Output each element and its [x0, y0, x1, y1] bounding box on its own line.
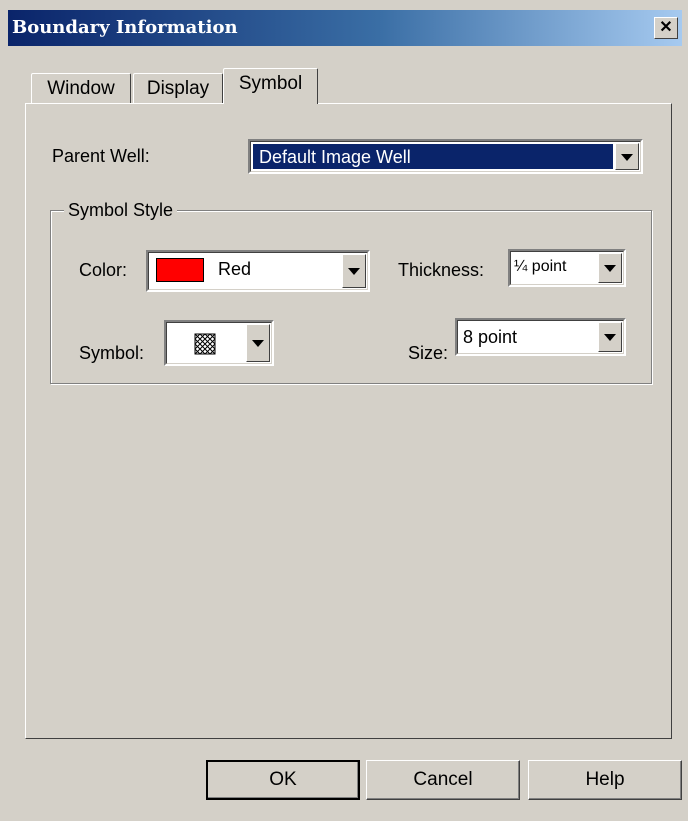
thickness-value: ¼ point — [514, 258, 567, 275]
close-button[interactable]: ✕ — [654, 17, 678, 39]
symbol-label: Symbol: — [79, 343, 145, 363]
symbol-dropdown[interactable] — [164, 320, 274, 366]
ok-button[interactable]: OK — [206, 760, 360, 800]
symbol-tab-panel — [25, 103, 672, 739]
tab-label: Window — [47, 78, 115, 99]
close-icon: ✕ — [659, 19, 673, 36]
size-label: Size: — [408, 343, 449, 363]
color-label: Color: — [79, 260, 128, 280]
thickness-label: Thickness: — [398, 260, 485, 280]
parent-well-dropdown[interactable]: Default Image Well — [248, 139, 643, 174]
size-value: 8 point — [463, 327, 518, 347]
parent-well-value: Default Image Well — [259, 147, 411, 167]
boundary-information-dialog: Boundary Information ✕ Window Display Sy… — [0, 0, 688, 821]
size-dropdown[interactable]: 8 point — [455, 318, 626, 356]
cancel-button[interactable]: Cancel — [366, 760, 520, 800]
tab-window[interactable]: Window — [31, 73, 131, 103]
tab-label: Display — [146, 78, 210, 99]
chevron-down-icon — [252, 340, 264, 347]
thickness-dropdown[interactable]: ¼ point — [508, 249, 626, 287]
cancel-button-label: Cancel — [413, 769, 473, 790]
color-value: Red — [218, 259, 252, 279]
size-dropdown-arrow[interactable] — [598, 322, 622, 352]
tab-display[interactable]: Display — [133, 73, 223, 103]
title-bar[interactable]: Boundary Information ✕ — [8, 10, 682, 46]
parent-well-label: Parent Well: — [52, 146, 150, 166]
thickness-dropdown-arrow[interactable] — [598, 253, 622, 283]
symbol-style-title: Symbol Style — [64, 200, 178, 221]
help-button-label: Help — [585, 769, 625, 790]
symbol-dropdown-arrow[interactable] — [246, 324, 270, 362]
chevron-down-icon — [621, 153, 633, 161]
tab-label: Symbol — [238, 73, 303, 94]
color-swatch — [156, 258, 204, 282]
help-button[interactable]: Help — [528, 760, 682, 800]
color-dropdown[interactable]: Red — [146, 250, 370, 292]
parent-well-dropdown-arrow[interactable] — [615, 143, 639, 170]
chevron-down-icon — [348, 268, 360, 275]
color-dropdown-arrow[interactable] — [342, 254, 366, 288]
window-title: Boundary Information — [12, 17, 238, 38]
tab-symbol[interactable]: Symbol — [223, 68, 318, 104]
chevron-down-icon — [604, 334, 616, 341]
ok-button-label: OK — [269, 769, 297, 790]
crosshatch-symbol-icon — [194, 333, 216, 355]
chevron-down-icon — [604, 265, 616, 272]
